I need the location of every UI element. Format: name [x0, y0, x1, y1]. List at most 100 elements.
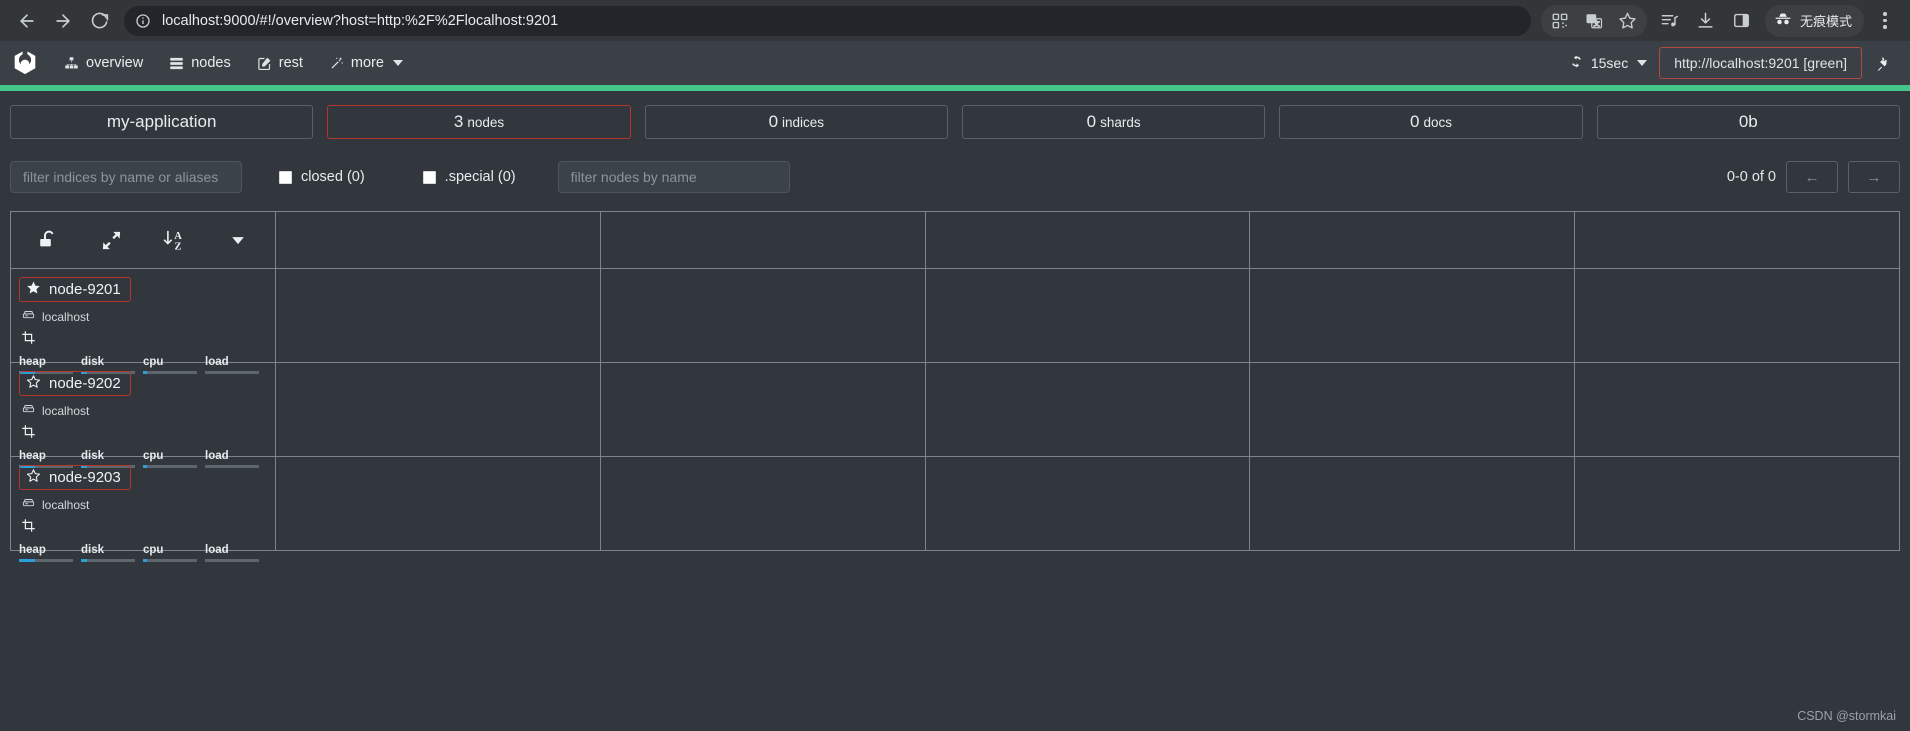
star-icon[interactable] [1611, 5, 1645, 37]
address-bar[interactable]: localhost:9000/#!/overview?host=http:%2F… [124, 5, 1531, 36]
data-node-icon [21, 424, 36, 444]
incognito-indicator[interactable]: 无痕模式 [1764, 4, 1864, 37]
special-indices-toggle[interactable]: .special (0) [422, 169, 516, 185]
stat-value-size: 0b [1738, 112, 1758, 131]
stat-card-nodes[interactable]: 3 nodes [327, 105, 631, 139]
table-header-col-3 [599, 211, 926, 269]
stat-card-docs[interactable]: 0 docs [1279, 105, 1583, 139]
table-cell-empty [599, 456, 926, 551]
node-name-badge[interactable]: node-9202 [19, 371, 131, 396]
table-cell-empty [1574, 362, 1900, 457]
node-cell: node-9203 localhost heap disk cpu load [10, 456, 276, 562]
filter-row: closed (0) .special (0) 0-0 of 0 ← → [10, 139, 1900, 193]
nav-label-overview: overview [86, 55, 144, 71]
side-panel-icon[interactable] [1725, 5, 1759, 37]
table-row: node-9201 localhost heap disk cpu load [10, 268, 1900, 374]
sitemap-icon [64, 56, 79, 71]
metric-label-disk: disk [81, 544, 105, 556]
stat-value-cluster-name: my-application [106, 112, 217, 131]
chrome-menu-icon[interactable] [1870, 5, 1900, 37]
special-checkbox[interactable] [422, 170, 436, 184]
main-content: my-application 3 nodes 0 indices 0 shard… [0, 91, 1910, 562]
browser-toolbar: localhost:9000/#!/overview?host=http:%2F… [0, 0, 1910, 41]
nav-item-overview[interactable]: overview [54, 49, 153, 77]
table-cell-empty [599, 362, 926, 457]
metric-load: load [205, 356, 267, 374]
cluster-host-indicator[interactable]: http://localhost:9201 [green] [1659, 47, 1862, 79]
table-cell-empty [275, 268, 601, 363]
node-name-badge[interactable]: node-9203 [19, 465, 131, 490]
stat-value-indices: 0 [768, 112, 779, 131]
media-list-icon[interactable] [1653, 5, 1687, 37]
metric-label-heap: heap [19, 544, 46, 556]
stat-unit-nodes: nodes [467, 114, 505, 130]
edit-square-icon [257, 56, 272, 71]
cluster-table: A Z node-9201 localhost heap disk cpu lo… [10, 211, 1900, 562]
qr-code-icon[interactable] [1543, 5, 1577, 37]
metric-bar-load [205, 465, 259, 468]
metric-bar-load [205, 371, 259, 374]
stat-card-size[interactable]: 0b [1596, 105, 1900, 139]
metric-bar-cpu [143, 559, 197, 562]
metric-label-heap: heap [19, 450, 46, 462]
nodes-filter-input[interactable] [557, 161, 790, 193]
table-cell-empty [1249, 456, 1576, 551]
info-circle-icon[interactable] [132, 10, 154, 32]
pagination-next-button[interactable]: → [1848, 161, 1900, 193]
table-cell-empty [275, 456, 601, 551]
forward-button[interactable] [46, 4, 80, 38]
server-icon [22, 403, 35, 419]
cluster-table-wrapper: A Z node-9201 localhost heap disk cpu lo… [10, 193, 1900, 562]
expand-arrows-icon[interactable] [80, 229, 143, 252]
page-root: localhost:9000/#!/overview?host=http:%2F… [0, 0, 1910, 731]
table-cell-empty [924, 456, 1251, 551]
table-header-col-4 [924, 211, 1251, 269]
refresh-interval-control[interactable]: 15sec [1569, 54, 1648, 72]
node-roles [19, 424, 267, 444]
sort-alpha-icon[interactable]: A Z [143, 227, 206, 253]
nav-item-nodes[interactable]: nodes [159, 49, 241, 77]
node-host-label: localhost [42, 310, 90, 324]
node-host-label: localhost [42, 404, 90, 418]
nav-item-rest[interactable]: rest [247, 49, 313, 77]
table-header-controls-cell: A Z [10, 211, 276, 269]
node-name-badge[interactable]: node-9201 [19, 277, 131, 302]
app-header-right: 15sec http://localhost:9201 [green] [1569, 47, 1896, 79]
translate-icon[interactable]: G 文 [1577, 5, 1611, 37]
pagination-prev-button[interactable]: ← [1786, 161, 1838, 193]
refresh-interval-label: 15sec [1590, 55, 1629, 71]
stat-card-indices[interactable]: 0 indices [644, 105, 948, 139]
chevron-down-icon[interactable] [206, 230, 269, 250]
table-cell-empty [1574, 268, 1900, 363]
stat-value-docs: 0 [1409, 112, 1420, 131]
back-button[interactable] [10, 4, 44, 38]
stat-card-shards[interactable]: 0 shards [961, 105, 1266, 139]
table-cell-empty [1249, 268, 1576, 363]
master-star-icon [26, 468, 41, 487]
pagination: 0-0 of 0 ← → [1727, 161, 1900, 193]
stat-card-cluster-name[interactable]: my-application [10, 105, 314, 139]
nav-item-more[interactable]: more [319, 49, 413, 77]
stat-value-nodes: 3 [453, 112, 464, 131]
plug-icon[interactable] [1874, 54, 1896, 72]
pagination-count: 0-0 of 0 [1726, 169, 1776, 185]
reload-button[interactable] [82, 4, 116, 38]
table-cell-empty [275, 362, 601, 457]
data-node-icon [21, 330, 36, 350]
metric-label-disk: disk [81, 450, 105, 462]
node-name-label: node-9202 [49, 375, 121, 392]
metric-load: load [205, 544, 267, 562]
metric-bar-cpu [143, 465, 197, 468]
unlock-icon[interactable] [17, 228, 80, 252]
closed-checkbox[interactable] [279, 170, 292, 184]
table-cell-empty [1574, 456, 1900, 551]
incognito-icon [1773, 9, 1793, 32]
closed-label: closed (0) [301, 169, 365, 185]
closed-indices-toggle[interactable]: closed (0) [279, 169, 365, 185]
stat-unit-shards: shards [1100, 114, 1141, 130]
indices-filter-input[interactable] [10, 161, 242, 193]
metric-heap: heap [19, 544, 81, 562]
table-cell-empty [924, 268, 1251, 363]
metric-bar-heap [19, 559, 73, 562]
download-icon[interactable] [1689, 5, 1723, 37]
